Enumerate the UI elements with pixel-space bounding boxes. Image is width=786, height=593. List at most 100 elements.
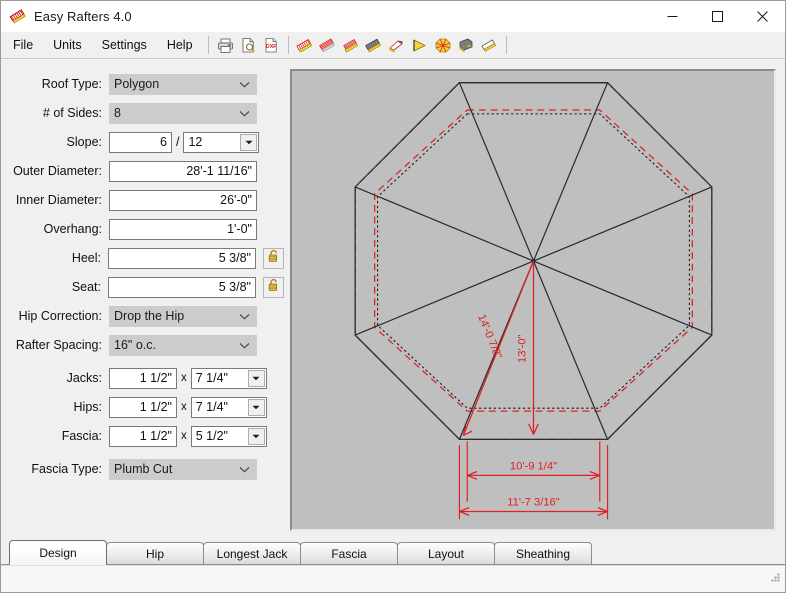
row-hips: Hips: 1 1/2" x 7 1/4" — [1, 396, 284, 418]
row-fascia-type: Fascia Type: Plumb Cut — [1, 458, 284, 480]
svg-text:DXF: DXF — [265, 44, 276, 50]
tab-design-label: Design — [39, 545, 77, 560]
menu-toolbar-strip: File Units Settings Help DXF — [1, 32, 785, 59]
rafter-spacing-select[interactable]: 16" o.c. — [109, 334, 257, 356]
roof-drawing-canvas[interactable]: 14'-0 7/8" 13'-0" 10'-9 1/4" 11'-7 3/16" — [290, 69, 776, 531]
chevron-down-icon — [239, 77, 250, 91]
sides-value: 8 — [114, 106, 121, 120]
fascia-thickness-input[interactable]: 1 1/2" — [109, 425, 177, 447]
hip-run-dimension-label: 14'-0 7/8" — [475, 313, 504, 361]
row-hip-correction: Hip Correction: Drop the Hip — [1, 305, 284, 327]
row-outer-diameter: Outer Diameter: 28'-1 11/16" — [1, 160, 284, 182]
row-inner-diameter: Inner Diameter: 26'-0" — [1, 189, 284, 211]
menu-file[interactable]: File — [3, 34, 43, 56]
tab-layout-label: Layout — [427, 546, 465, 561]
slope-run-select[interactable]: 12 — [183, 131, 260, 153]
common-run-dimension-label: 13'-0" — [517, 334, 529, 363]
print-icon[interactable] — [214, 34, 237, 56]
close-button[interactable] — [740, 1, 785, 31]
outer-side-dimension-label: 11'-7 3/16" — [507, 497, 560, 509]
roof-type-select[interactable]: Polygon — [109, 73, 257, 95]
resize-grip-icon[interactable] — [769, 571, 782, 589]
inner-diameter-label: Inner Diameter: — [15, 193, 102, 207]
rafter-cut-icon[interactable] — [386, 34, 409, 56]
layout-icon[interactable] — [478, 34, 501, 56]
fascia-width-select[interactable]: 5 1/2" — [190, 425, 267, 447]
main-content: Roof Type: Polygon # of Sides: 8 Slope: … — [1, 59, 785, 541]
application-window: Easy Rafters 4.0 File Units Settings Hel… — [0, 0, 786, 593]
common-rafter-icon[interactable] — [294, 34, 317, 56]
slope-label: Slope: — [66, 135, 102, 149]
jacks-width-select[interactable]: 7 1/4" — [190, 367, 267, 389]
menu-settings[interactable]: Settings — [92, 34, 157, 56]
fascia-icon[interactable] — [409, 34, 432, 56]
slope-separator: / — [176, 135, 180, 149]
inner-diameter-input[interactable]: 26'-0" — [109, 189, 257, 211]
sides-select[interactable]: 8 — [109, 102, 257, 124]
inner-side-dimension: 10'-9 1/4" — [466, 461, 600, 480]
roof-type-value: Polygon — [114, 77, 160, 91]
menu-help[interactable]: Help — [157, 34, 203, 56]
minimize-button[interactable] — [650, 1, 695, 31]
tab-layout[interactable]: Layout — [397, 542, 495, 564]
unlocked-padlock-icon — [267, 249, 280, 268]
chevron-down-icon — [239, 309, 250, 323]
row-jacks: Jacks: 1 1/2" x 7 1/4" — [1, 367, 284, 389]
tab-design[interactable]: Design — [9, 540, 107, 565]
jacks-x-separator: x — [181, 372, 187, 384]
view-tabs: Design Hip Longest Jack Fascia Layout Sh… — [1, 540, 785, 565]
slope-rise-input[interactable]: 6 — [109, 131, 172, 153]
hips-thickness-input[interactable]: 1 1/2" — [109, 396, 177, 418]
print-preview-icon[interactable] — [237, 34, 260, 56]
menu-units[interactable]: Units — [43, 34, 91, 56]
tab-longest-jack[interactable]: Longest Jack — [203, 542, 301, 564]
toolbar-separator — [505, 36, 507, 54]
seat-lock-button[interactable] — [263, 276, 284, 298]
heel-input[interactable]: 5 3/8" — [108, 247, 256, 269]
roof-type-label: Roof Type: — [41, 77, 102, 91]
jack-rafter-icon[interactable] — [340, 34, 363, 56]
hip-correction-select[interactable]: Drop the Hip — [109, 305, 257, 327]
slope-run-value: 12 — [188, 135, 203, 149]
fascia-type-value: Plumb Cut — [114, 462, 173, 476]
hip-rafter-icon[interactable] — [317, 34, 340, 56]
maximize-button[interactable] — [695, 1, 740, 31]
jacks-label: Jacks: — [66, 371, 102, 385]
fascia-type-select[interactable]: Plumb Cut — [109, 458, 257, 480]
row-overhang: Overhang: 1'-0" — [1, 218, 284, 240]
tab-sheathing-label: Sheathing — [515, 546, 571, 561]
dropdown-arrow-icon[interactable] — [247, 369, 265, 387]
hips-width-value: 7 1/4" — [195, 400, 228, 414]
parameters-panel: Roof Type: Polygon # of Sides: 8 Slope: … — [1, 59, 284, 541]
jacks-thickness-input[interactable]: 1 1/2" — [109, 367, 177, 389]
sides-label: # of Sides: — [42, 106, 102, 120]
row-rafter-spacing: Rafter Spacing: 16" o.c. — [1, 334, 284, 356]
heel-label: Heel: — [71, 251, 101, 265]
dropdown-arrow-icon[interactable] — [247, 427, 265, 445]
outer-diameter-input[interactable]: 28'-1 11/16" — [109, 160, 257, 182]
hip-correction-label: Hip Correction: — [18, 309, 102, 323]
seat-input[interactable]: 5 3/8" — [108, 276, 256, 298]
rafter-icon — [9, 7, 27, 25]
dxf-export-icon[interactable]: DXF — [260, 34, 283, 56]
dropdown-arrow-icon[interactable] — [247, 398, 265, 416]
seat-label: Seat: — [71, 280, 101, 294]
overhang-input[interactable]: 1'-0" — [109, 218, 257, 240]
chevron-down-icon — [239, 338, 250, 352]
inner-side-dimension-label: 10'-9 1/4" — [510, 461, 557, 473]
fascia-x-separator: x — [181, 430, 187, 442]
dropdown-arrow-icon[interactable] — [240, 133, 258, 151]
polygon-roof-icon[interactable] — [432, 34, 455, 56]
hips-width-select[interactable]: 7 1/4" — [190, 396, 267, 418]
sheathing-icon[interactable] — [455, 34, 478, 56]
tab-hip[interactable]: Hip — [106, 542, 204, 564]
tab-fascia[interactable]: Fascia — [300, 542, 398, 564]
toolbar-separator — [287, 36, 289, 54]
unlocked-padlock-icon — [267, 278, 280, 297]
heel-lock-button[interactable] — [263, 247, 284, 269]
row-seat: Seat: 5 3/8" — [1, 276, 284, 298]
valley-rafter-icon[interactable] — [363, 34, 386, 56]
outer-side-dimension: 11'-7 3/16" — [459, 497, 608, 516]
tab-sheathing[interactable]: Sheathing — [494, 542, 592, 564]
hips-x-separator: x — [181, 401, 187, 413]
